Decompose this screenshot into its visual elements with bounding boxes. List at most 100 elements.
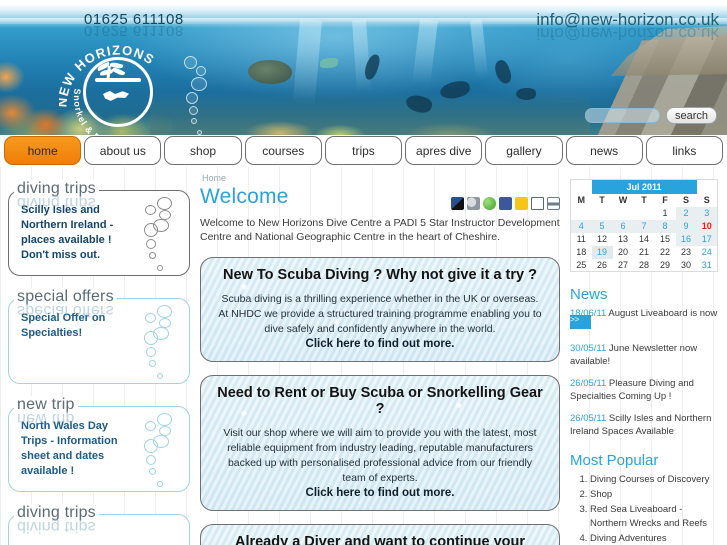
calendar-day-cell[interactable]: 24 bbox=[697, 246, 718, 259]
bubbles-decoration bbox=[135, 197, 183, 275]
calendar-day-cell[interactable]: 26 bbox=[592, 259, 613, 272]
promo-title: Already a Diver and want to continue you… bbox=[234, 534, 526, 545]
calendar-day-cell[interactable]: 20 bbox=[613, 246, 634, 259]
print-icon[interactable] bbox=[547, 197, 560, 210]
sidebar-panel-heading: diving trips diving trips bbox=[14, 504, 99, 535]
calendar-day-cell[interactable]: 14 bbox=[634, 233, 655, 246]
bubble bbox=[197, 130, 202, 135]
calendar-day-cell[interactable]: 18 bbox=[571, 246, 592, 259]
calendar-day-cell[interactable]: 23 bbox=[676, 246, 697, 259]
most-popular-heading: Most Popular bbox=[570, 452, 659, 469]
calendar-day-cell[interactable]: 7 bbox=[633, 219, 655, 233]
calendar-day-cell[interactable]: 22 bbox=[655, 246, 676, 259]
bubble bbox=[184, 56, 197, 69]
page-title-row: Welcome bbox=[200, 185, 560, 215]
most-popular-item[interactable]: Diving Courses of Discovery bbox=[590, 473, 720, 487]
nav-item-home[interactable]: home bbox=[4, 136, 82, 165]
news-item-date: 26/05/11 bbox=[570, 413, 607, 424]
nav-item-courses[interactable]: courses bbox=[244, 136, 322, 165]
calendar-day-cell[interactable]: 1 bbox=[655, 207, 676, 220]
site-logo[interactable]: NEW HORIZONS Snorkel & Dive Centre bbox=[59, 44, 177, 135]
favorites-star-icon[interactable] bbox=[515, 197, 528, 210]
calendar-next-button[interactable]: >> bbox=[570, 315, 591, 329]
calendar-week-row: 123 bbox=[571, 206, 718, 220]
calendar-dow: M bbox=[577, 195, 586, 205]
calendar-day-cell[interactable]: 28 bbox=[634, 259, 655, 272]
email-icon[interactable] bbox=[531, 197, 544, 210]
promo-card-rent-or-buy-gear[interactable]: Need to Rent or Buy Scuba or Snorkelling… bbox=[200, 375, 560, 511]
calendar-day-cell[interactable]: 8 bbox=[654, 219, 676, 233]
calendar-dow: T bbox=[641, 195, 647, 205]
news-item[interactable]: 30/05/11 June Newsletter now available! bbox=[570, 342, 720, 368]
sidebar-panel-text: North Wales Day Trips - Information shee… bbox=[21, 420, 118, 477]
bubble bbox=[196, 66, 206, 76]
nav-item-about-us[interactable]: about us bbox=[84, 136, 162, 165]
nav-item-news[interactable]: news bbox=[565, 136, 643, 165]
news-item[interactable]: 26/05/11 Scilly Isles and Northern Irela… bbox=[570, 412, 720, 438]
promo-card-continue-education[interactable]: Already a Diver and want to continue you… bbox=[200, 524, 560, 545]
calendar-day-cell[interactable]: 25 bbox=[571, 259, 592, 272]
calendar-day-cell[interactable]: 16 bbox=[675, 232, 697, 246]
calendar-day-cell[interactable]: 2 bbox=[675, 206, 697, 220]
promo-card-new-to-scuba[interactable]: New To Scuba Diving ? Why not give it a … bbox=[200, 257, 560, 362]
calendar-day-cell[interactable]: 6 bbox=[612, 219, 634, 233]
most-popular-item[interactable]: Diving Adventures bbox=[590, 532, 720, 545]
breadcrumb[interactable]: Home bbox=[202, 173, 560, 183]
most-popular-item[interactable]: Red Sea Liveaboard - Northern Wrecks and… bbox=[590, 503, 720, 531]
calendar-day-cell[interactable]: 31 bbox=[697, 259, 718, 272]
search-button[interactable]: search bbox=[665, 107, 717, 124]
calendar-empty-cell bbox=[571, 207, 592, 220]
promo-cta-link[interactable]: Click here to find out more. bbox=[217, 487, 543, 499]
most-popular-item[interactable]: Shop bbox=[590, 488, 720, 502]
page-root: NEW HORIZONS Snorkel & Dive Centre 01625… bbox=[0, 0, 727, 545]
delicious-icon[interactable] bbox=[451, 197, 464, 210]
facebook-icon[interactable] bbox=[499, 197, 512, 210]
calendar-empty-cell bbox=[613, 207, 634, 220]
calendar-day-cell[interactable]: 13 bbox=[613, 233, 634, 246]
calendar-day-cell[interactable]: 27 bbox=[613, 259, 634, 272]
calendar-day-cell[interactable]: 30 bbox=[676, 259, 697, 272]
nav-item-links[interactable]: links bbox=[645, 136, 723, 165]
stumbleupon-icon[interactable] bbox=[483, 197, 496, 210]
calendar-day-cell[interactable]: 19 bbox=[591, 245, 613, 259]
calendar-month-label: Jul 2011 bbox=[591, 179, 697, 194]
calendar-day-cell[interactable]: 10 bbox=[696, 219, 718, 233]
news-item[interactable]: 26/05/11 Pleasure Diving and Specialties… bbox=[570, 377, 720, 403]
news-item[interactable]: 18/06/11 August Liveaboard is now full. bbox=[570, 307, 720, 333]
calendar-day-cell[interactable]: 21 bbox=[634, 246, 655, 259]
bubble bbox=[189, 106, 198, 115]
calendar-day-cell[interactable]: 4 bbox=[570, 219, 592, 233]
calendar-header-row: << Jul 2011 >> bbox=[570, 179, 718, 329]
nav-item-shop[interactable]: shop bbox=[164, 136, 242, 165]
calendar-empty-cell bbox=[592, 207, 613, 220]
header-phone-reflection: 01625 611108 bbox=[84, 22, 184, 39]
sidebar-panel-special-offers: special offers special offers Special Of… bbox=[8, 288, 190, 384]
main-content: Home Welcome Welcome to New Horizons Div… bbox=[200, 173, 560, 545]
promo-cta-link[interactable]: Click here to find out more. bbox=[217, 338, 543, 350]
bubble bbox=[186, 92, 198, 104]
sidebar-panel-heading: new trip new trip bbox=[14, 396, 78, 427]
calendar-day-cell[interactable]: 5 bbox=[591, 219, 613, 233]
news-item-date: 26/05/11 bbox=[570, 378, 607, 389]
calendar-day-cell[interactable]: 11 bbox=[571, 233, 592, 246]
calendar-day-cell[interactable]: 17 bbox=[696, 232, 718, 246]
bubbles-decoration bbox=[135, 305, 183, 383]
search-input[interactable] bbox=[584, 108, 660, 123]
calendar-day-cell[interactable]: 9 bbox=[675, 219, 697, 233]
fish bbox=[320, 58, 338, 68]
calendar-day-cell[interactable]: 15 bbox=[655, 233, 676, 246]
bubble bbox=[191, 77, 207, 91]
sidebar-panel-text: Scilly Isles and Northern Ireland - plac… bbox=[21, 204, 114, 261]
main-navigation: home about us shop courses trips apres d… bbox=[0, 136, 727, 167]
nav-item-gallery[interactable]: gallery bbox=[485, 136, 563, 165]
calendar-day-cell[interactable]: 12 bbox=[592, 233, 613, 246]
calendar-day-cell[interactable]: 29 bbox=[655, 259, 676, 272]
most-popular-list: Diving Courses of Discovery Shop Red Sea… bbox=[570, 473, 720, 545]
site-search: search bbox=[584, 107, 717, 124]
nav-item-trips[interactable]: trips bbox=[324, 136, 403, 165]
calendar-day-cell[interactable]: 3 bbox=[696, 206, 718, 220]
bubble bbox=[191, 118, 197, 124]
nav-item-apres-dive[interactable]: apres dive bbox=[405, 136, 483, 165]
header-email[interactable]: info@new-horizon.co.uk info@new-horizon.… bbox=[536, 10, 719, 43]
digg-icon[interactable] bbox=[467, 197, 480, 210]
